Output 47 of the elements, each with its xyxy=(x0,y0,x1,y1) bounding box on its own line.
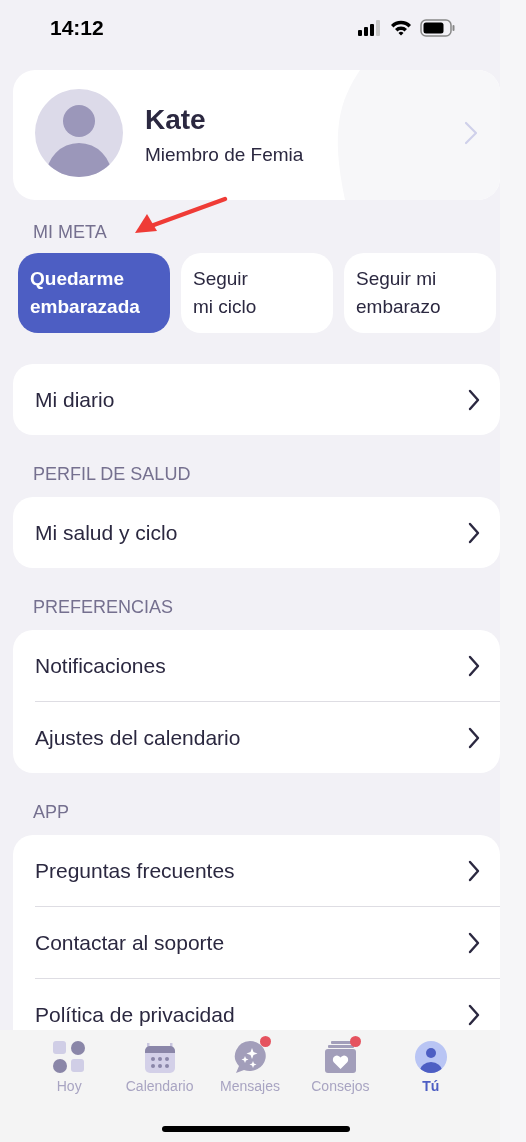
list-row[interactable]: Ajustes del calendario xyxy=(35,701,500,773)
profile-name: Kate xyxy=(145,104,207,136)
status-time: 14:12 xyxy=(50,15,104,40)
tab-label: Hoy xyxy=(56,1078,82,1094)
chat-sparkle-icon xyxy=(233,1040,267,1074)
section-heading: PREFERENCIAS xyxy=(33,597,174,618)
chevron-right-icon xyxy=(468,859,480,882)
tab-label: Mensajes xyxy=(220,1078,280,1094)
battery-icon xyxy=(420,18,456,37)
grid-icon xyxy=(52,1040,87,1074)
list-row[interactable]: Contactar al soporte xyxy=(35,906,500,978)
section-heading: PERFIL DE SALUD xyxy=(33,464,191,485)
tab-label: Tú xyxy=(422,1078,440,1094)
list-row[interactable]: Mi salud y ciclo xyxy=(13,497,500,568)
tab-label: Calendario xyxy=(125,1078,194,1094)
wifi-icon xyxy=(390,19,412,36)
section-heading: MI META xyxy=(33,222,107,243)
section-heading: APP xyxy=(33,802,70,823)
list-row[interactable]: Notificaciones xyxy=(13,630,500,701)
goal-option[interactable]: Seguir mi ciclo xyxy=(181,253,333,333)
row-label: Preguntas frecuentes xyxy=(35,858,235,883)
chevron-right-icon xyxy=(468,1003,480,1026)
row-label: Mi salud y ciclo xyxy=(35,520,178,545)
list-row[interactable]: Preguntas frecuentes xyxy=(13,835,500,906)
row-label: Contactar al soporte xyxy=(35,930,225,955)
avatar-icon xyxy=(35,89,123,177)
row-label: Política de privacidad xyxy=(35,1002,235,1027)
chevron-right-icon xyxy=(468,726,480,749)
chevron-right-icon xyxy=(464,121,478,145)
chevron-right-icon xyxy=(468,931,480,954)
calendar-icon xyxy=(142,1040,177,1074)
row-label: Mi diario xyxy=(35,387,115,412)
profile-subtitle: Miembro de Femia xyxy=(145,144,305,166)
chevron-right-icon xyxy=(468,388,480,411)
goal-option[interactable]: Seguir mi embarazo xyxy=(344,253,496,333)
heart-card-icon xyxy=(323,1040,358,1074)
goal-option[interactable]: Quedarme embarazada xyxy=(18,253,170,333)
chevron-right-icon xyxy=(468,654,480,677)
profile-card[interactable]: Kate Miembro de Femia xyxy=(13,70,500,200)
signal-icon xyxy=(358,19,382,36)
tab-label: Consejos xyxy=(311,1078,370,1094)
row-label: Ajustes del calendario xyxy=(35,725,241,750)
profile-icon xyxy=(413,1040,448,1074)
list-row[interactable]: Mi diario xyxy=(13,364,500,435)
row-label: Notificaciones xyxy=(35,653,166,678)
chevron-right-icon xyxy=(468,521,480,544)
tab-item[interactable]: Tú xyxy=(385,1040,477,1108)
